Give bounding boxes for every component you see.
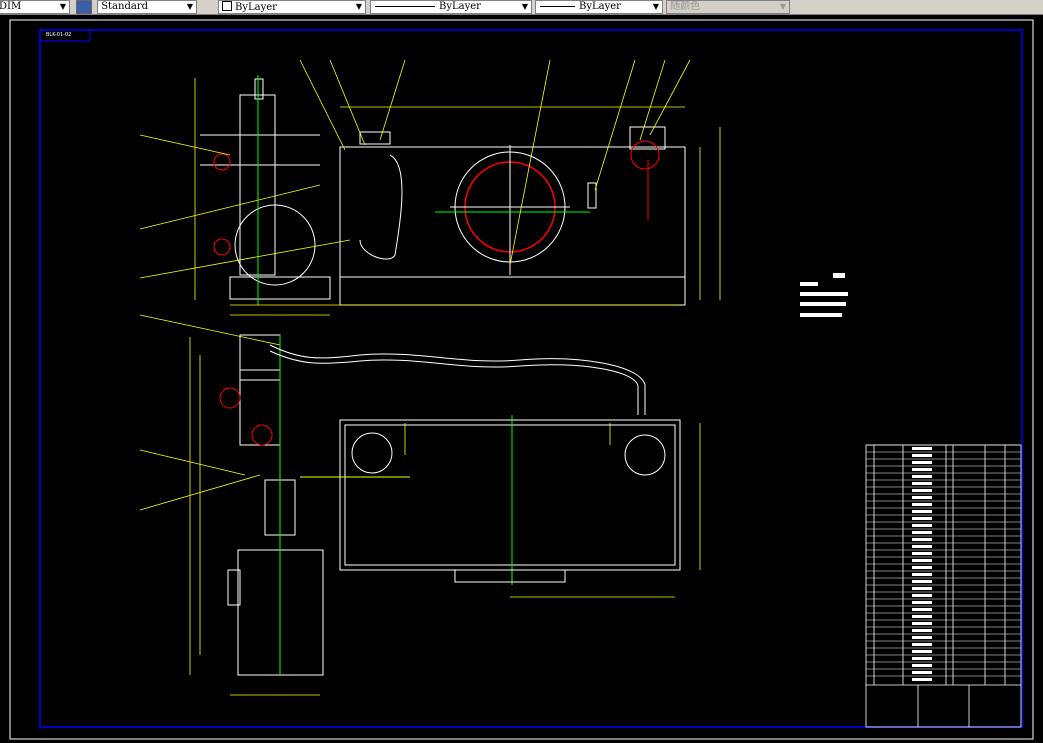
parts-row-text — [912, 503, 932, 506]
linetype-value: ByLayer — [439, 1, 481, 12]
parts-list-rows — [866, 444, 1021, 681]
chevron-down-icon: ▼ — [652, 2, 659, 11]
sheet-border — [9, 19, 1034, 740]
drawing-stamp: BLK-01-02 — [46, 32, 72, 38]
parts-row-text — [912, 629, 932, 632]
lineweight-preview — [540, 6, 575, 7]
parts-row-text — [912, 461, 932, 464]
parts-row-text — [912, 643, 932, 646]
parts-row-text — [912, 552, 932, 555]
parts-row-text — [912, 601, 932, 604]
parts-row-text — [912, 594, 932, 597]
parts-row-text — [912, 559, 932, 562]
chevron-down-icon: ▼ — [355, 2, 362, 11]
parts-row-text — [912, 678, 932, 681]
parts-row-text — [912, 650, 932, 653]
dimstyle-value: DIM — [0, 1, 22, 12]
parts-row-text — [912, 587, 932, 590]
parts-row-text — [912, 475, 932, 478]
parts-row-text — [912, 482, 932, 485]
layer-value: ByLayer — [235, 2, 277, 13]
parts-row-text — [912, 489, 932, 492]
lineweight-dropdown[interactable]: ByLayer ▼ — [535, 0, 663, 14]
layer-color-swatch — [222, 1, 232, 11]
tank-plan — [300, 415, 681, 585]
plotstyle-value: 随颜色 — [670, 1, 701, 12]
parts-row-text — [912, 580, 932, 583]
parts-row-text — [912, 531, 932, 534]
linetype-preview — [375, 6, 435, 7]
parts-row-text — [912, 454, 932, 457]
textstyle-dropdown[interactable]: Standard ▼ — [97, 0, 197, 14]
lineweight-value: ByLayer — [579, 1, 621, 12]
pump-station-plan — [219, 334, 646, 676]
tank-elevation — [339, 126, 686, 306]
parts-row-text — [912, 538, 932, 541]
pump-station-elevation — [200, 75, 331, 305]
dimstyle-manager-icon[interactable] — [76, 0, 92, 14]
parts-row-text — [912, 615, 932, 618]
parts-row-text — [912, 447, 932, 450]
chevron-down-icon: ▼ — [521, 2, 528, 11]
parts-row-text — [912, 545, 932, 548]
properties-toolbar: DIM ▼ Standard ▼ ByLayer ▼ ByLayer ▼ ByLayer… — [0, 0, 1043, 15]
parts-row-text — [912, 608, 932, 611]
chevron-down-icon: ▼ — [186, 2, 193, 11]
chevron-down-icon: ▼ — [779, 2, 786, 11]
dimstyle-dropdown[interactable]: DIM ▼ — [0, 0, 70, 14]
parts-row-text — [912, 510, 932, 513]
parts-row-text — [912, 524, 932, 527]
chevron-down-icon: ▼ — [59, 2, 66, 11]
drawing-canvas[interactable] — [0, 15, 1043, 743]
parts-row-text — [912, 636, 932, 639]
parts-row-text — [912, 496, 932, 499]
parts-row-text — [912, 573, 932, 576]
technical-notes — [800, 273, 848, 317]
linetype-dropdown[interactable]: ByLayer ▼ — [370, 0, 532, 14]
layer-dropdown[interactable]: ByLayer ▼ — [218, 0, 366, 14]
textstyle-value: Standard — [101, 1, 149, 12]
plotstyle-dropdown[interactable]: 随颜色 ▼ — [666, 0, 790, 14]
parts-row-text — [912, 664, 932, 667]
drawing-frame — [39, 29, 1023, 728]
parts-row-text — [912, 671, 932, 674]
parts-row-text — [912, 622, 932, 625]
parts-row-text — [912, 517, 932, 520]
parts-row-text — [912, 566, 932, 569]
parts-row-text — [912, 468, 932, 471]
parts-row-text — [912, 657, 932, 660]
